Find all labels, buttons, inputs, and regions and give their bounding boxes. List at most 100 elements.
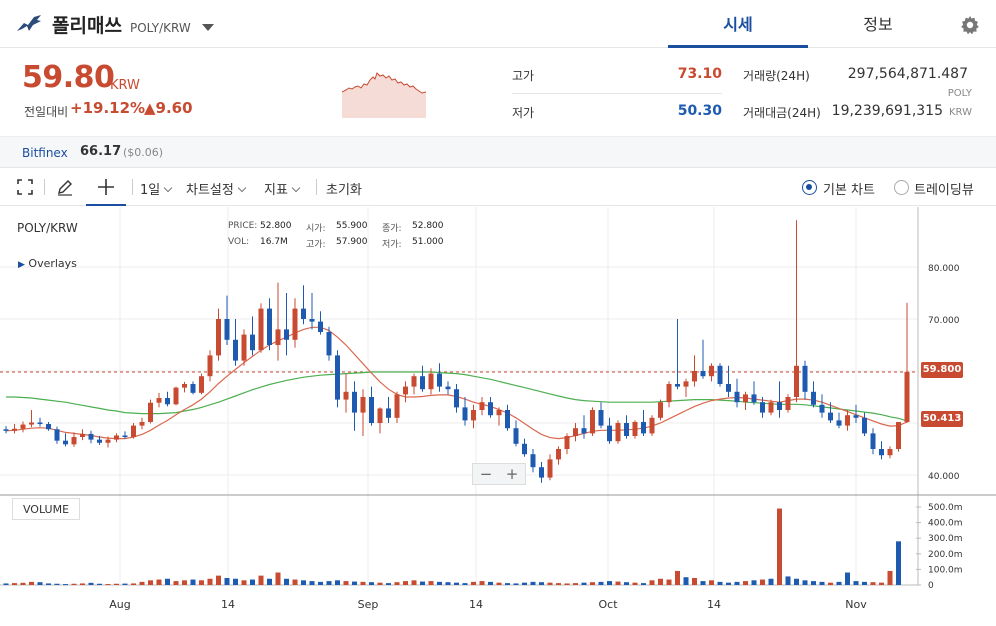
volume-bar [539,582,544,585]
candle-body [658,402,663,418]
time-tick-label: Nov [845,598,867,611]
chart-settings-dropdown[interactable]: 차트설정 [186,179,247,198]
volume-bar [80,583,85,585]
volume-bar [54,583,60,585]
candle-body [649,417,655,434]
candle-body [904,372,910,422]
overlays-label: Overlays [28,257,77,270]
tab-market[interactable]: 시세 [668,0,808,48]
candle-body [479,402,485,410]
volume-bar [386,583,391,585]
radio-basic-chart[interactable] [802,180,817,195]
overlays-toggle[interactable]: ▶ Overlays [18,257,77,270]
volume-bar [607,581,612,585]
volume-bar [590,582,595,585]
volume-bar [284,578,289,585]
info-high-label: 고가: [306,240,326,250]
fullscreen-icon[interactable] [16,178,34,196]
volume-bar [454,582,459,585]
chevron-down-icon [291,183,301,193]
toolbar-divider [44,179,45,195]
info-price-label: PRICE: [228,221,258,231]
candle-body [46,424,51,430]
radio-basic-chart-label[interactable]: 기본 차트 [823,179,875,198]
volume-bar [505,583,510,585]
volume-tick-label: 0 [928,581,934,591]
candle-body [105,439,111,443]
candle-body [743,394,748,403]
volume-bar [624,582,629,585]
radio-tradingview-label[interactable]: 트레이딩뷰 [914,179,974,198]
volume-bar [530,581,536,585]
time-tick-label: Aug [109,598,130,611]
volume-bar [275,572,281,585]
volume-bar [207,578,213,585]
top-header: 폴리매쓰 POLY/KRW 시세 정보 [0,0,996,48]
candle-body [709,365,714,377]
pair-dropdown-icon[interactable] [202,24,214,31]
candle-body [207,355,213,377]
volume-bar [173,581,179,585]
candle-body [632,421,638,436]
volume-bar [428,581,434,585]
candle-body [420,376,425,390]
candle-body [394,394,400,418]
volume-bar [581,582,587,585]
volume-bar [683,577,689,585]
candle-body [590,410,595,434]
candle-body [734,391,740,403]
radio-tradingview[interactable] [894,180,909,195]
candle-body [386,408,391,418]
indicators-dropdown[interactable]: 지표 [264,179,301,198]
interval-dropdown[interactable]: 1일 [140,179,173,198]
candle-body [445,386,451,390]
volume-bar [139,581,145,585]
crosshair-icon [98,179,114,195]
zoom-in-button[interactable]: + [499,464,525,484]
current-price: 59.80 [22,60,115,95]
candle-body [700,371,706,377]
external-price: 66.17 [80,144,122,159]
candle-body [369,397,374,423]
price-chart[interactable]: 40.00050.00060.00070.00080.0000100.0m200… [0,207,996,626]
info-close-value: 52.800 [412,221,444,231]
volume-tick-label: 500.0m [928,503,963,513]
external-exchange-name[interactable]: Bitfinex [22,146,68,160]
volume-bar [794,578,799,585]
reset-button[interactable]: 초기화 [326,179,362,198]
tab-info[interactable]: 정보 [808,0,948,48]
volume-bar [870,582,876,585]
candle-body [496,410,502,416]
candle-body [853,415,859,418]
candle-body [20,424,26,429]
gear-icon[interactable] [960,15,980,35]
candle-body [522,443,527,455]
candle-body [54,429,60,441]
volume-bar [437,581,442,585]
volume-bar [224,577,230,585]
time-tick-label: 14 [707,598,721,611]
candle-body [726,384,731,392]
volume-bar [615,581,621,585]
candle-body [88,433,94,440]
crosshair-button[interactable] [86,168,126,206]
volume-bar [845,572,850,585]
volume-bar [573,583,578,585]
pencil-icon[interactable] [56,178,74,196]
volume-bar [479,581,485,585]
zoom-out-button[interactable]: − [473,464,499,484]
low-label: 저가 [512,106,535,120]
volume-bar [71,583,77,585]
price-tick-label: 70.000 [928,316,960,326]
volume-bar [462,583,468,585]
candle-body [802,365,808,392]
candle-body [768,402,774,413]
candle-body [641,421,646,434]
candle-body [573,428,578,436]
current-price-tag: 59.800 [921,362,963,378]
candle-body [335,355,340,400]
candle-body [870,433,876,449]
candle-body [547,459,553,478]
volume-bar [165,578,170,585]
low-value: 50.30 [677,103,722,119]
